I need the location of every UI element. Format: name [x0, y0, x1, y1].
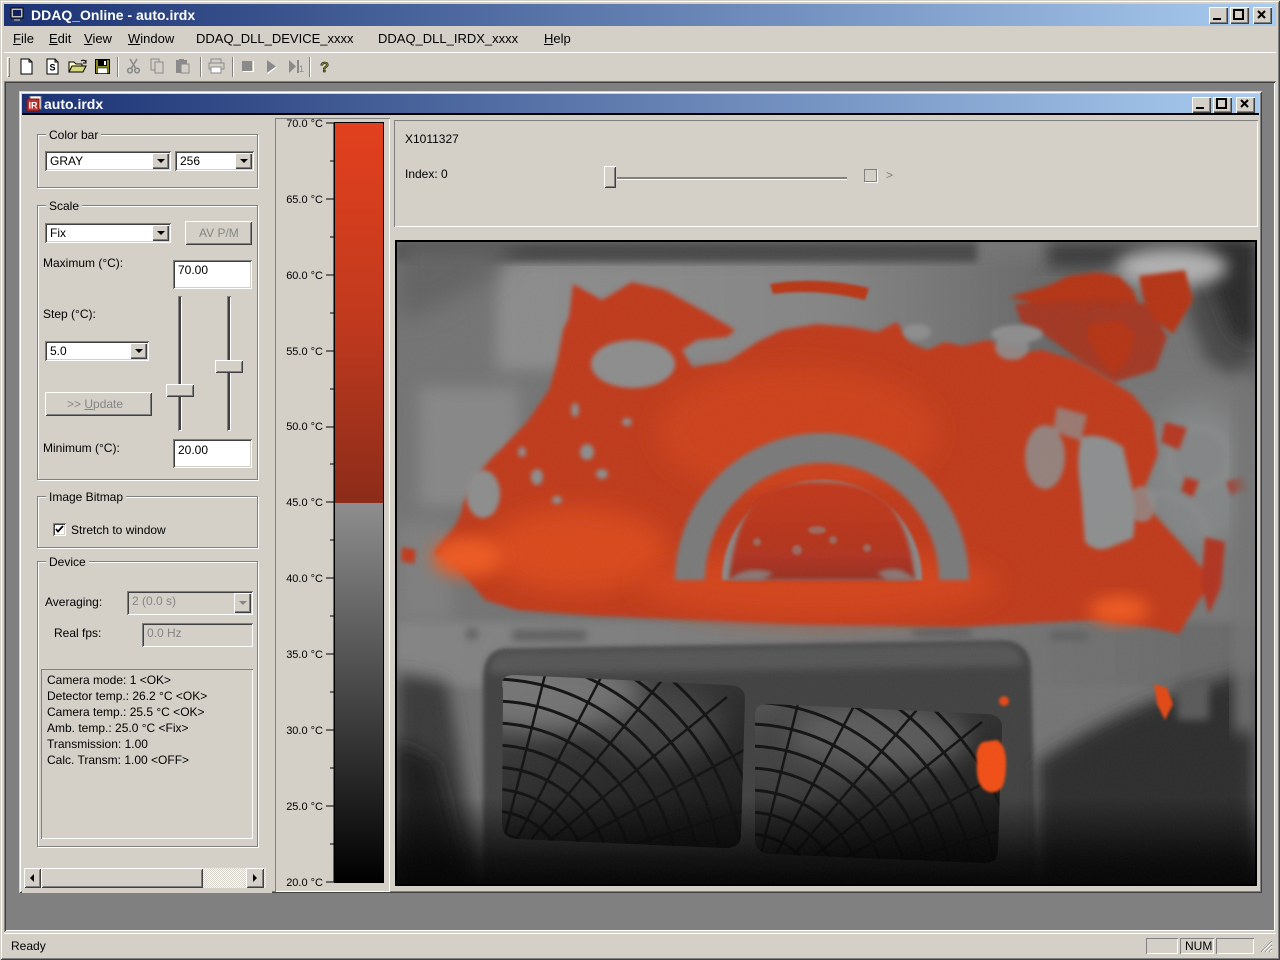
svg-text:45.0 °C: 45.0 °C — [286, 497, 323, 509]
svg-text:30.0 °C: 30.0 °C — [286, 725, 323, 737]
svg-text:1: 1 — [299, 64, 304, 74]
svg-text:55.0 °C: 55.0 °C — [286, 346, 323, 358]
svg-text:70.0 °C: 70.0 °C — [286, 118, 323, 130]
svg-text:20.0 °C: 20.0 °C — [286, 877, 323, 889]
svg-text:25.0 °C: 25.0 °C — [286, 801, 323, 813]
svg-text:35.0 °C: 35.0 °C — [286, 649, 323, 661]
svg-text:40.0 °C: 40.0 °C — [286, 573, 323, 585]
svg-text:50.0 °C: 50.0 °C — [286, 421, 323, 433]
svg-text:S: S — [50, 63, 56, 73]
svg-text:?: ? — [320, 59, 329, 75]
svg-text:65.0 °C: 65.0 °C — [286, 194, 323, 206]
svg-text:60.0 °C: 60.0 °C — [286, 270, 323, 282]
svg-text:IR: IR — [29, 101, 39, 111]
